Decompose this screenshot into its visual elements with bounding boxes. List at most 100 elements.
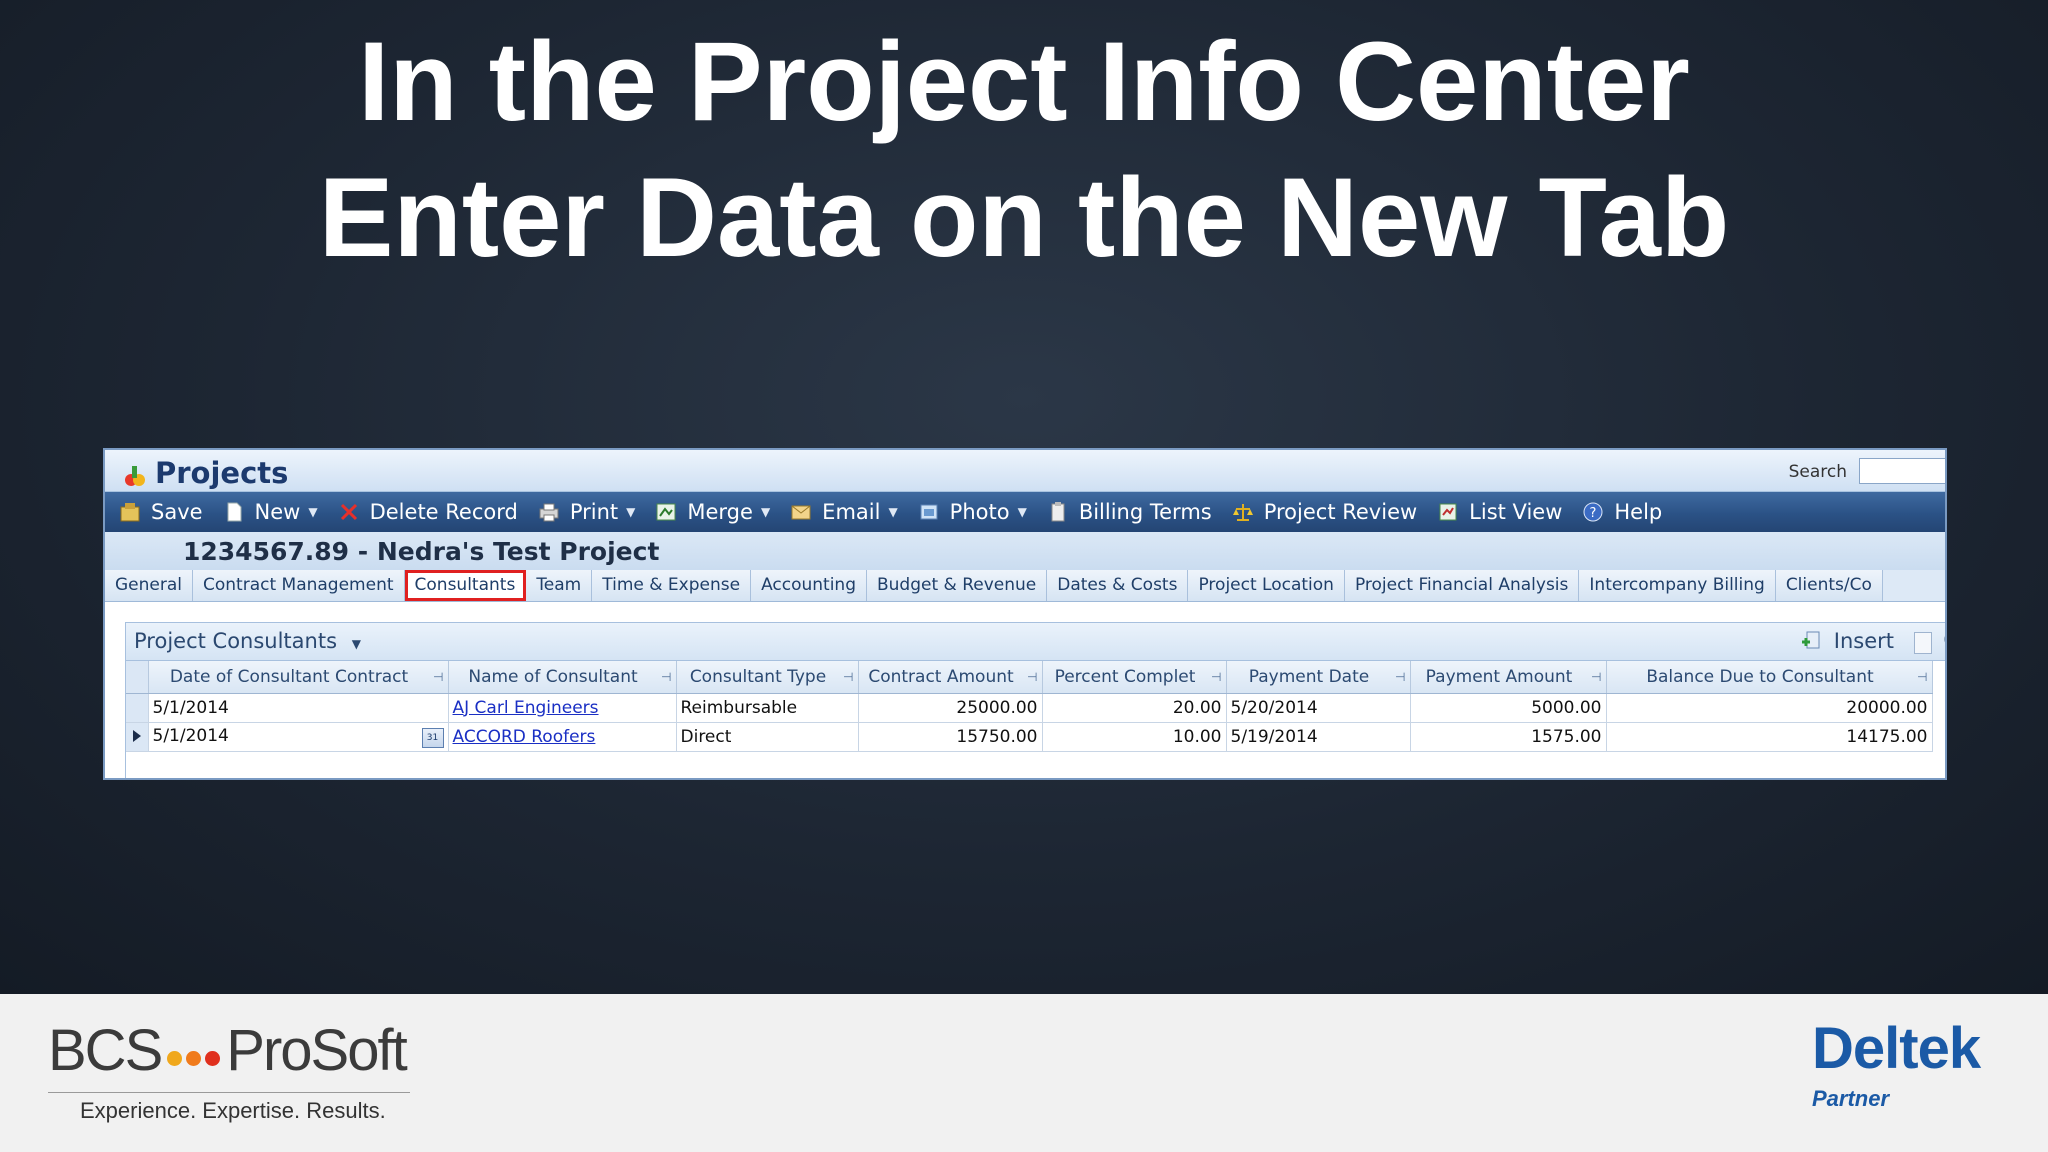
column-header[interactable]: Name of Consultant ⊣ <box>448 661 677 694</box>
tab-dates-costs[interactable]: Dates & Costs <box>1047 570 1189 601</box>
tab-project-location[interactable]: Project Location <box>1188 570 1345 601</box>
section-header: Project Consultants ▼ Insert C <box>126 623 1945 661</box>
cell-contract-date[interactable]: 5/1/2014 <box>148 693 449 723</box>
merge-label: Merge <box>687 500 753 524</box>
pin-column-icon[interactable]: ⊣ <box>1917 670 1927 684</box>
pin-column-icon[interactable]: ⊣ <box>433 670 443 684</box>
app-title-text: Projects <box>155 456 289 490</box>
search-label: Search <box>1788 462 1847 482</box>
email-button[interactable]: Email ▼ <box>790 500 898 524</box>
contract-date-value: 5/1/2014 <box>152 725 229 746</box>
cell-payment-date[interactable]: 5/20/2014 <box>1226 693 1411 723</box>
row-selector[interactable] <box>126 693 149 723</box>
billing-terms-button[interactable]: Billing Terms <box>1047 500 1212 524</box>
tab-team[interactable]: Team <box>526 570 593 601</box>
help-button[interactable]: ? Help <box>1582 500 1662 524</box>
list-view-button[interactable]: List View <box>1437 500 1562 524</box>
pin-column-icon[interactable]: ⊣ <box>1395 670 1405 684</box>
photo-dropdown-caret-icon: ▼ <box>1017 505 1027 519</box>
tab-accounting[interactable]: Accounting <box>751 570 867 601</box>
more-toolbar-label[interactable]: C <box>1943 628 1945 652</box>
column-header-label: Balance Due to Consultant <box>1646 666 1874 687</box>
pin-column-icon[interactable]: ⊣ <box>843 670 853 684</box>
cell-payment-date[interactable]: 5/19/2014 <box>1226 722 1411 752</box>
column-header[interactable]: Balance Due to Consultant ⊣ <box>1606 661 1933 694</box>
cell-payment-amount[interactable]: 5000.00 <box>1410 693 1607 723</box>
billing-terms-icon <box>1047 501 1069 523</box>
table-row[interactable]: 5/1/2014 31 ACCORD Roofers Direct 15750.0… <box>126 722 1933 752</box>
tab-intercompany-billing[interactable]: Intercompany Billing <box>1579 570 1776 601</box>
pin-column-icon[interactable]: ⊣ <box>1211 670 1221 684</box>
slide-title-line-1: In the Project Info Center <box>358 19 1690 144</box>
tab-general[interactable]: General <box>105 570 193 601</box>
merge-button[interactable]: Merge ▼ <box>655 500 770 524</box>
save-button[interactable]: Save <box>119 500 203 524</box>
cell-percent-complete[interactable]: 10.00 <box>1042 722 1227 752</box>
cell-balance-due[interactable]: 20000.00 <box>1606 693 1933 723</box>
new-button[interactable]: New ▼ <box>223 500 318 524</box>
print-button[interactable]: Print ▼ <box>538 500 636 524</box>
column-header[interactable]: Date of Consultant Contract ⊣ <box>148 661 449 694</box>
toolbar: Save New ▼ Delete Record Print ▼ Merge ▼ <box>105 492 1945 532</box>
photo-button[interactable]: Photo ▼ <box>918 500 1027 524</box>
tab-contract-management[interactable]: Contract Management <box>193 570 405 601</box>
bcs-wordmark-right: ProSoft <box>226 1018 407 1083</box>
tab-budget-revenue[interactable]: Budget & Revenue <box>867 570 1048 601</box>
column-header[interactable]: Contract Amount ⊣ <box>858 661 1043 694</box>
column-header[interactable]: Payment Date ⊣ <box>1226 661 1411 694</box>
current-row-arrow-icon <box>132 729 141 742</box>
row-selector[interactable] <box>126 722 149 752</box>
delete-record-label: Delete Record <box>369 500 518 524</box>
tab-clients-contacts[interactable]: Clients/Co <box>1775 570 1883 601</box>
cell-consultant-type[interactable]: Reimbursable <box>676 693 859 723</box>
pin-column-icon[interactable]: ⊣ <box>1591 670 1601 684</box>
section-title-menu[interactable]: Project Consultants ▼ <box>134 629 361 653</box>
tab-project-financial-analysis[interactable]: Project Financial Analysis <box>1344 570 1580 601</box>
help-icon: ? <box>1582 501 1604 523</box>
cell-payment-amount[interactable]: 1575.00 <box>1410 722 1607 752</box>
save-icon <box>119 501 141 523</box>
print-dropdown-caret-icon: ▼ <box>626 505 636 519</box>
search-input[interactable] <box>1859 458 1945 484</box>
tab-consultants[interactable]: Consultants <box>404 570 527 601</box>
column-header[interactable]: Payment Amount ⊣ <box>1410 661 1607 694</box>
table-row[interactable]: 5/1/2014 AJ Carl Engineers Reimbursable … <box>126 693 1933 723</box>
column-header-label: Percent Complet <box>1054 666 1196 687</box>
cell-contract-amount[interactable]: 25000.00 <box>858 693 1043 723</box>
cell-contract-date[interactable]: 5/1/2014 31 <box>148 722 449 752</box>
cell-balance-due[interactable]: 14175.00 <box>1606 722 1933 752</box>
new-label: New <box>254 500 301 524</box>
project-name: 1234567.89 - Nedra's Test Project <box>183 537 660 566</box>
copy-icon[interactable] <box>1914 632 1932 654</box>
consultant-link[interactable]: AJ Carl Engineers <box>453 698 599 718</box>
column-header-label: Contract Amount <box>868 666 1014 687</box>
print-label: Print <box>569 500 619 524</box>
cell-consultant-type[interactable]: Direct <box>676 722 859 752</box>
column-header-label: Payment Amount <box>1425 666 1573 687</box>
delete-x-icon <box>338 501 360 523</box>
projects-window: Projects Search Save New ▼ Delete Record… <box>103 448 1947 780</box>
column-header[interactable]: Percent Complet ⊣ <box>1042 661 1227 694</box>
insert-button[interactable]: Insert <box>1798 629 1894 653</box>
project-review-label: Project Review <box>1263 500 1418 524</box>
photo-label: Photo <box>949 500 1010 524</box>
consultant-link[interactable]: ACCORD Roofers <box>453 727 596 747</box>
cell-consultant-name: ACCORD Roofers <box>448 722 677 752</box>
cell-contract-amount[interactable]: 15750.00 <box>858 722 1043 752</box>
tab-time-expense[interactable]: Time & Expense <box>592 570 752 601</box>
slide-footer: BCS ProSoft Experience. Expertise. Result… <box>0 994 2048 1152</box>
deltek-wordmark: Deltek <box>1812 1016 1981 1081</box>
svg-text:?: ? <box>1590 506 1597 521</box>
pin-column-icon[interactable]: ⊣ <box>1027 670 1037 684</box>
column-header-label: Payment Date <box>1248 666 1370 687</box>
column-header[interactable]: Consultant Type ⊣ <box>676 661 859 694</box>
project-review-button[interactable]: Project Review <box>1232 500 1417 524</box>
bcs-prosoft-wordmark: BCS ProSoft <box>48 1022 408 1084</box>
insert-row-icon <box>1798 629 1822 653</box>
cell-percent-complete[interactable]: 20.00 <box>1042 693 1227 723</box>
delete-record-button[interactable]: Delete Record <box>338 500 518 524</box>
billing-terms-label: Billing Terms <box>1078 500 1212 524</box>
calendar-icon[interactable]: 31 <box>421 727 444 748</box>
pin-column-icon[interactable]: ⊣ <box>661 670 671 684</box>
project-consultants-section: Project Consultants ▼ Insert C <box>125 622 1945 778</box>
